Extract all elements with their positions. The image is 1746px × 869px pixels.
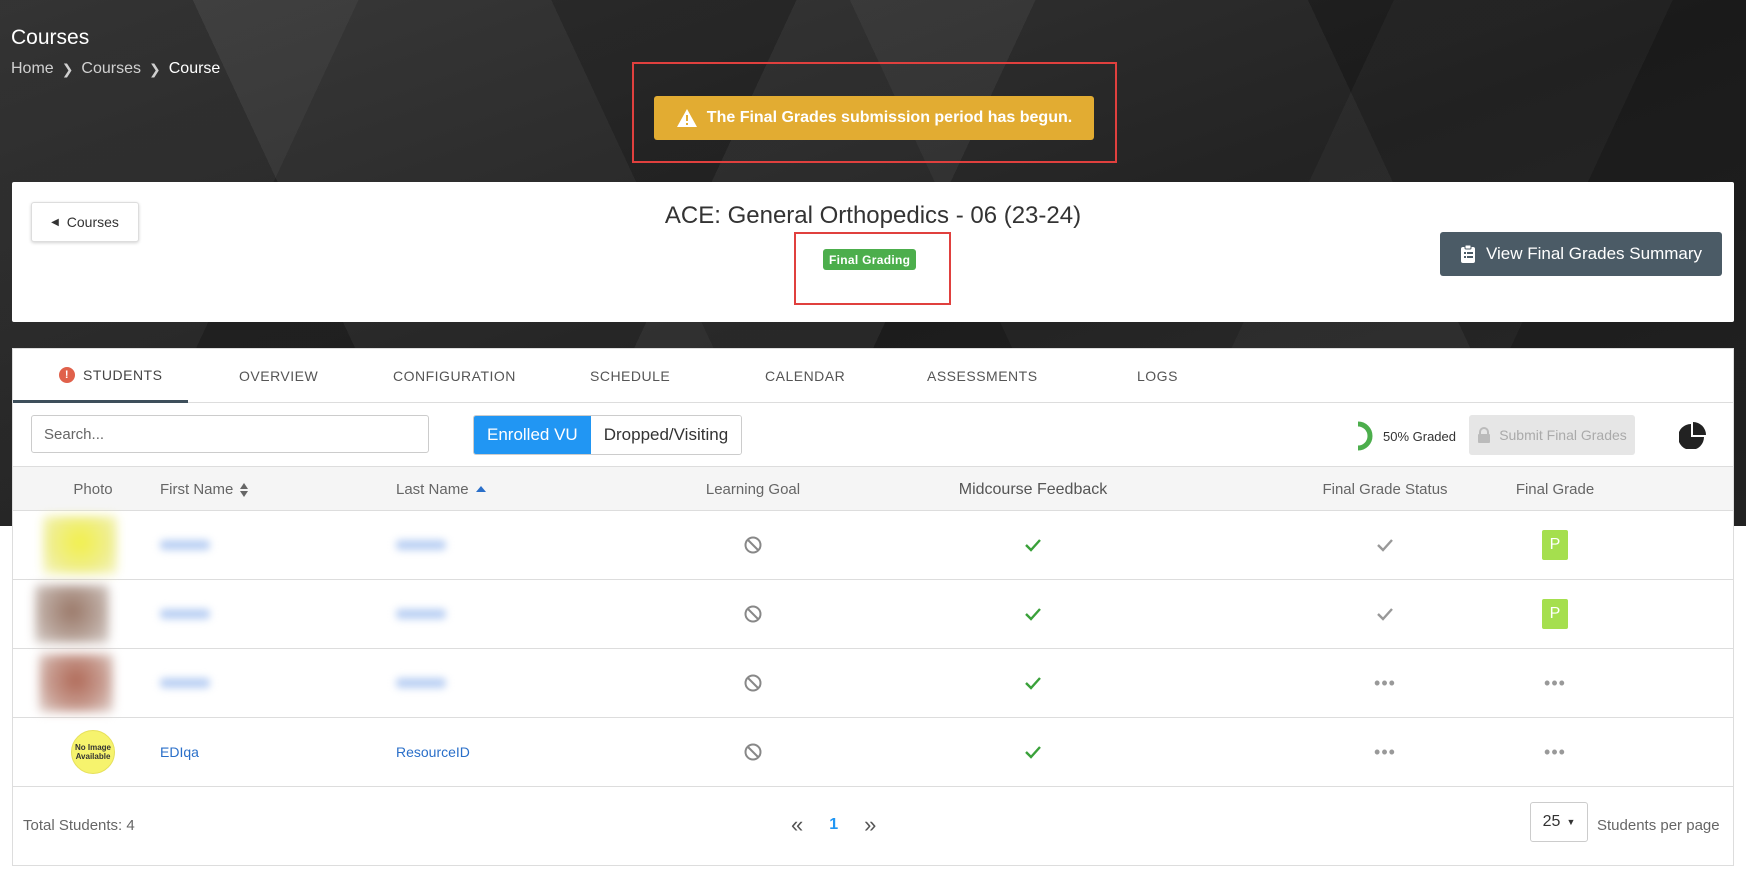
more-horizontal-icon[interactable]: ••• (1374, 673, 1396, 694)
table-row[interactable]: P (13, 580, 1733, 649)
tab-assessments[interactable]: ASSESSMENTS (927, 349, 1038, 403)
tab-students[interactable]: ! STUDENTS (13, 349, 188, 403)
tab-overview[interactable]: OVERVIEW (239, 349, 318, 403)
per-page-select[interactable]: 25 ▼ (1530, 802, 1588, 842)
pie-chart-icon[interactable] (1679, 421, 1707, 449)
first-name-link[interactable] (160, 678, 210, 688)
students-panel: ! STUDENTS OVERVIEW CONFIGURATION SCHEDU… (12, 348, 1734, 866)
tab-logs[interactable]: LOGS (1137, 349, 1178, 403)
students-table-header: Photo First Name Last Name Learning Goal… (13, 466, 1733, 511)
breadcrumb-course: Course (168, 60, 221, 77)
enrolled-vu-toggle[interactable]: Enrolled VU (474, 416, 591, 454)
view-final-grades-summary-button[interactable]: View Final Grades Summary (1440, 232, 1722, 276)
check-icon (1025, 677, 1041, 690)
student-photo (39, 654, 113, 712)
column-label: First Name (160, 481, 234, 498)
sort-icon (240, 482, 249, 497)
last-name-link[interactable] (396, 678, 446, 688)
table-row[interactable]: P (13, 511, 1733, 580)
table-row[interactable]: No Image Available EDIqa ResourceID ••• … (13, 718, 1733, 787)
table-footer: Total Students: 4 « 1 » 25 ▼ Students pe… (13, 788, 1733, 866)
more-horizontal-icon[interactable]: ••• (1374, 742, 1396, 763)
tab-schedule[interactable]: SCHEDULE (590, 349, 670, 403)
submit-final-grades-button[interactable]: Submit Final Grades (1469, 415, 1635, 455)
total-students: Total Students: 4 (23, 817, 135, 834)
not-allowed-icon (744, 674, 762, 692)
check-icon (1025, 608, 1041, 621)
more-horizontal-icon[interactable]: ••• (1544, 673, 1566, 694)
last-name-link[interactable]: ResourceID (396, 744, 470, 760)
previous-page-icon[interactable]: « (791, 812, 803, 838)
course-name: ACE: General Orthopedics - 06 (23-24) (664, 202, 1082, 229)
per-page-label: Students per page (1597, 817, 1720, 834)
next-page-icon[interactable]: » (864, 812, 876, 838)
not-allowed-icon (744, 605, 762, 623)
tab-label: OVERVIEW (239, 368, 319, 384)
breadcrumb-home[interactable]: Home (11, 60, 54, 78)
not-allowed-icon (744, 743, 762, 761)
column-learning-goal: Learning Goal (705, 481, 801, 498)
tab-label: SCHEDULE (590, 368, 671, 384)
tab-label: CONFIGURATION (393, 368, 516, 384)
table-row[interactable]: ••• ••• (13, 649, 1733, 718)
search-input[interactable] (31, 415, 429, 453)
enrollment-toggle: Enrolled VU Dropped/Visiting (473, 415, 743, 455)
lock-icon (1478, 427, 1491, 443)
tab-label: ASSESSMENTS (927, 368, 1038, 384)
alert-text: The Final Grades submission period has b… (706, 109, 1073, 126)
check-icon (1377, 608, 1393, 621)
warning-icon (676, 109, 697, 127)
last-name-link[interactable] (396, 609, 446, 619)
breadcrumb: Home ❯ Courses ❯ Course (11, 60, 220, 78)
not-allowed-icon (744, 536, 762, 554)
tab-calendar[interactable]: CALENDAR (765, 349, 845, 403)
check-icon (1377, 539, 1393, 552)
column-first-name[interactable]: First Name (160, 467, 249, 512)
tab-configuration[interactable]: CONFIGURATION (393, 349, 516, 403)
summary-button-label: View Final Grades Summary (1485, 244, 1703, 263)
final-grades-alert: The Final Grades submission period has b… (654, 96, 1094, 140)
page-title: Courses (11, 26, 90, 49)
final-grade-badge[interactable]: P (1542, 599, 1568, 629)
column-final-grade: Final Grade (1515, 481, 1595, 498)
caret-down-icon: ▼ (1566, 817, 1576, 827)
course-tabs: ! STUDENTS OVERVIEW CONFIGURATION SCHEDU… (13, 349, 1733, 403)
sort-ascending-icon (475, 485, 486, 492)
tab-label: LOGS (1137, 368, 1178, 384)
per-page-value: 25 (1542, 813, 1561, 830)
first-name-link[interactable]: EDIqa (160, 744, 199, 760)
first-name-link[interactable] (160, 540, 210, 550)
column-photo: Photo (73, 481, 113, 498)
tab-label: CALENDAR (765, 368, 846, 384)
graded-percent: 50% Graded (1383, 428, 1456, 444)
last-name-link[interactable] (396, 540, 446, 550)
no-image-avatar: No Image Available (71, 730, 115, 774)
student-photo (35, 585, 109, 643)
graded-progress-ring (1357, 421, 1373, 451)
column-final-grade-status: Final Grade Status (1322, 481, 1448, 498)
graded-progress: 50% Graded (1349, 421, 1456, 451)
first-name-link[interactable] (160, 609, 210, 619)
submit-button-label: Submit Final Grades (1499, 427, 1627, 443)
chevron-right-icon: ❯ (61, 60, 74, 77)
column-last-name[interactable]: Last Name (396, 467, 487, 512)
column-midcourse-feedback: Midcourse Feedback (958, 480, 1108, 498)
final-grade-badge[interactable]: P (1542, 530, 1568, 560)
alert-circle-icon: ! (59, 366, 75, 383)
highlight-box-status (794, 232, 951, 305)
tab-label: STUDENTS (83, 366, 163, 383)
breadcrumb-courses[interactable]: Courses (81, 60, 141, 78)
student-photo (43, 516, 117, 574)
chevron-right-icon: ❯ (149, 60, 161, 77)
more-horizontal-icon[interactable]: ••• (1544, 742, 1566, 763)
clipboard-icon (1460, 244, 1475, 263)
dropped-visiting-toggle[interactable]: Dropped/Visiting (590, 416, 742, 454)
pagination: « 1 » (791, 812, 876, 838)
check-icon (1025, 746, 1041, 759)
check-icon (1025, 539, 1041, 552)
page-number[interactable]: 1 (829, 816, 838, 834)
column-label: Last Name (396, 481, 469, 498)
